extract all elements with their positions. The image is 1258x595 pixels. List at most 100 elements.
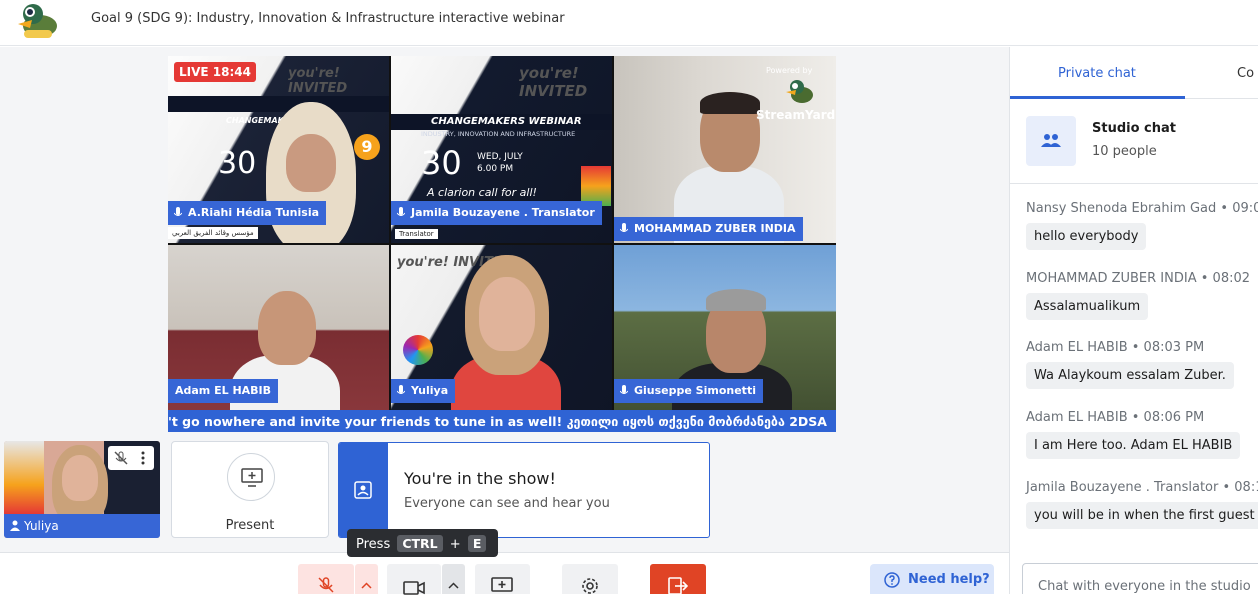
camera-options-button[interactable] — [442, 564, 465, 594]
participant-face — [62, 455, 98, 501]
people-icon — [1026, 116, 1076, 166]
chat-message: Nansy Shenoda Ebrahim Gad • 09:0 hello e… — [1026, 201, 1258, 250]
participant-name: MOHAMMAD ZUBER INDIA — [634, 222, 796, 235]
video-tile[interactable]: Powered by StreamYard MOHAMMAD ZUBER IND… — [614, 56, 836, 243]
message-author: Jamila Bouzayene . Translator — [1026, 480, 1219, 495]
broadcast-title: Goal 9 (SDG 9): Industry, Innovation & I… — [91, 11, 565, 26]
self-preview-tile[interactable]: Yuliya — [4, 441, 160, 538]
tooltip-key-ctrl: CTRL — [397, 535, 443, 552]
leave-studio-button[interactable] — [650, 564, 706, 595]
mic-icon — [174, 207, 182, 216]
self-name: Yuliya — [24, 519, 59, 533]
tooltip-press-text: Press — [356, 537, 391, 552]
settings-button[interactable] — [562, 564, 618, 594]
participant-face — [258, 291, 316, 365]
streamyard-duck-icon — [786, 78, 814, 104]
tooltip-key-e: E — [467, 535, 487, 552]
tooltip-plus: + — [449, 537, 461, 552]
tab-private-chat[interactable]: Private chat — [1058, 66, 1136, 81]
video-tile[interactable]: Giuseppe Simonetti — [614, 245, 836, 432]
self-name-tag: Yuliya — [4, 514, 160, 538]
mic-icon — [397, 385, 405, 394]
youre-invited-text: you're! INVITED — [519, 64, 588, 100]
streamyard-logo-icon — [16, 2, 60, 40]
industry-text: INDUSTRY, INNOVATION AND INFRASTRUCTURE — [421, 130, 576, 138]
chevron-up-icon — [448, 582, 459, 589]
participant-face — [479, 277, 535, 351]
participant-name: Adam EL HABIB — [175, 384, 272, 397]
present-screen-icon — [227, 453, 275, 501]
active-tab-indicator — [1010, 96, 1185, 99]
date-30-text: 30 — [218, 146, 257, 181]
exit-icon — [668, 577, 688, 595]
participant-name: Jamila Bouzayene . Translator — [411, 206, 595, 219]
sdg-wheel-icon — [403, 335, 433, 365]
self-tools — [108, 446, 154, 470]
mic-muted-icon — [318, 577, 334, 593]
mic-options-button[interactable] — [355, 564, 378, 594]
on-stage-icon — [354, 481, 372, 499]
message-time: 08:06 PM — [1143, 410, 1205, 425]
in-show-strip — [339, 443, 388, 537]
sdg9-badge-icon: 9 — [354, 134, 380, 160]
message-time: 09:0 — [1232, 201, 1258, 216]
video-tile[interactable]: you're! INVITED Yuliya — [391, 245, 612, 432]
gear-icon — [582, 578, 598, 594]
top-bar: Goal 9 (SDG 9): Industry, Innovation & I… — [0, 0, 1258, 46]
present-button[interactable]: Present — [171, 441, 329, 538]
mic-toggle-button[interactable] — [298, 564, 354, 594]
name-tag: MOHAMMAD ZUBER INDIA — [614, 217, 803, 241]
chat-message: Adam EL HABIB • 08:03 PM Wa Alaykoum ess… — [1026, 340, 1234, 389]
message-author: MOHAMMAD ZUBER INDIA — [1026, 271, 1197, 286]
video-grid: CHANGEMAKERS 30 you're! INVITED 9 LIVE 1… — [168, 56, 836, 432]
decor-cubes — [581, 166, 611, 206]
message-author: Adam EL HABIB — [1026, 410, 1128, 425]
message-text: Assalamualikum — [1026, 293, 1149, 320]
studio-chat-count: 10 people — [1092, 144, 1157, 159]
message-text: I am Here too. Adam EL HABIB — [1026, 432, 1241, 459]
name-tag: Yuliya — [391, 379, 456, 403]
video-tile[interactable]: you're! INVITED CHANGEMAKERS WEBINAR IND… — [391, 56, 612, 243]
chevron-up-icon — [361, 582, 372, 589]
participant-name: Giuseppe Simonetti — [634, 384, 756, 397]
subtitle-tag: مؤسس وقائد الفريق العربي — [168, 227, 258, 239]
shortcut-tooltip: Press CTRL + E — [347, 529, 499, 557]
in-show-title: You're in the show! — [404, 469, 556, 488]
chat-input[interactable]: Chat with everyone in the studio — [1022, 563, 1258, 594]
chat-message: Adam EL HABIB • 08:06 PM I am Here too. … — [1026, 410, 1241, 459]
message-text: you will be in when the first guest le — [1026, 502, 1258, 529]
video-tile[interactable]: CHANGEMAKERS 30 you're! INVITED 9 LIVE 1… — [168, 56, 389, 243]
mic-muted-icon[interactable] — [114, 451, 128, 465]
chat-message: MOHAMMAD ZUBER INDIA • 08:02 Assalamuali… — [1026, 271, 1250, 320]
camera-toggle-button[interactable] — [387, 564, 441, 595]
more-options-icon[interactable] — [140, 451, 146, 465]
need-help-button[interactable]: Need help? — [870, 564, 994, 594]
subtitle-tag: Translator — [395, 229, 438, 239]
wed-july-text: WED, JULY — [477, 152, 523, 162]
chat-message: Jamila Bouzayene . Translator • 08:1 you… — [1026, 480, 1258, 529]
name-tag: Jamila Bouzayene . Translator — [391, 201, 602, 225]
mic-icon — [397, 207, 405, 216]
share-screen-button[interactable] — [475, 564, 530, 594]
participant-hair — [706, 289, 766, 311]
streamyard-text: StreamYard — [756, 108, 836, 122]
video-tile[interactable]: Adam EL HABIB — [168, 245, 389, 432]
changemakers-webinar-text: CHANGEMAKERS WEBINAR — [431, 116, 582, 127]
help-icon — [884, 572, 900, 588]
chat-tabs: Private chat Co — [1010, 47, 1258, 99]
camera-icon — [403, 581, 425, 595]
message-time: 08:1 — [1234, 480, 1258, 495]
share-screen-icon — [491, 577, 513, 592]
name-tag: A.Riahi Hédia Tunisia — [168, 201, 327, 225]
ticker-banner: 't go nowhere and invite your friends to… — [168, 410, 836, 432]
name-tag: Giuseppe Simonetti — [614, 379, 763, 403]
time-text: 6.00 PM — [477, 164, 514, 174]
tab-comments[interactable]: Co — [1237, 66, 1254, 81]
present-label: Present — [225, 518, 275, 533]
mic-icon — [620, 385, 628, 394]
powered-by-text: Powered by — [766, 66, 813, 75]
message-author: Nansy Shenoda Ebrahim Gad — [1026, 201, 1217, 216]
background-graphic — [4, 441, 44, 514]
need-help-label: Need help? — [908, 572, 990, 587]
message-author: Adam EL HABIB — [1026, 340, 1128, 355]
